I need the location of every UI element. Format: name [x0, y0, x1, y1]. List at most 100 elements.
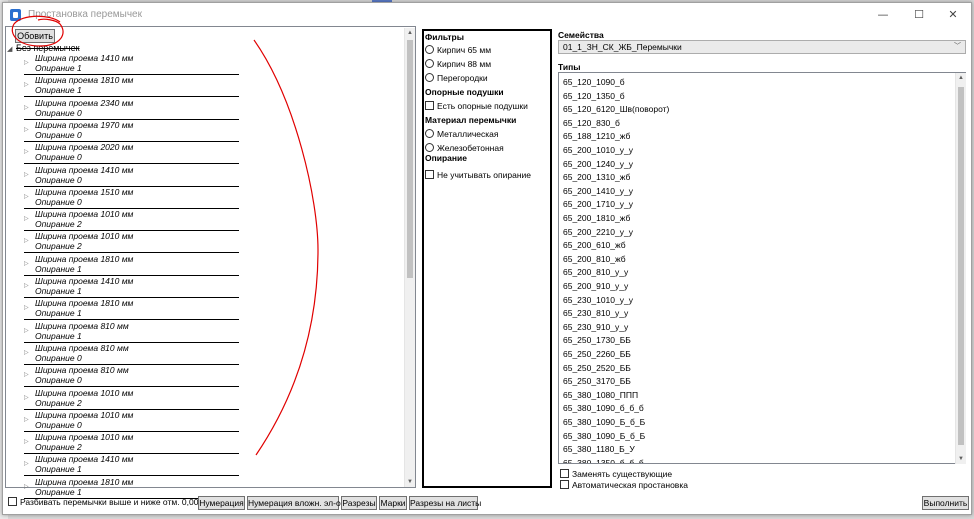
tree-node[interactable]: ▷ Ширина проема 1970 мм Опирание 0: [24, 120, 239, 142]
tree-node[interactable]: ▷ Ширина проема 1010 мм Опирание 2: [24, 432, 239, 455]
scroll-down-icon[interactable]: ▼: [405, 477, 415, 487]
expand-arrow-icon[interactable]: ▷: [24, 148, 30, 155]
tree-scrollbar[interactable]: ▲ ▼: [404, 28, 415, 487]
refresh-button[interactable]: Обовить: [15, 29, 55, 43]
type-list-item[interactable]: 65_380_1080_ППП: [563, 389, 638, 401]
replace-existing-checkbox[interactable]: Заменять существующие: [560, 469, 672, 480]
type-list-item[interactable]: 65_380_1350_б_б_б: [563, 457, 644, 463]
expand-arrow-icon[interactable]: ▷: [24, 81, 30, 88]
expand-arrow-icon[interactable]: ▷: [24, 483, 30, 490]
scroll-up-icon[interactable]: ▲: [956, 73, 966, 83]
type-list-item[interactable]: 65_200_2210_у_у: [563, 226, 633, 238]
tree-node[interactable]: ▷ Ширина проема 1410 мм Опирание 1: [24, 276, 239, 298]
expand-arrow-icon[interactable]: ▷: [24, 349, 30, 356]
radio-icon[interactable]: [425, 45, 434, 54]
type-list-item[interactable]: 65_120_6120_Шв(поворот): [563, 103, 669, 115]
expand-arrow-icon[interactable]: ▷: [24, 304, 30, 311]
type-list-item[interactable]: 65_200_610_жб: [563, 239, 626, 251]
type-list-item[interactable]: 65_380_1090_Б_б_Б: [563, 416, 645, 428]
checkbox-icon[interactable]: [560, 469, 569, 478]
maximize-button[interactable]: ☐: [901, 5, 937, 25]
split-levels-checkbox[interactable]: Разбивать перемычки выше и ниже отм. 0,0…: [8, 497, 203, 508]
type-list-item[interactable]: 65_200_1310_жб: [563, 171, 630, 183]
type-list-item[interactable]: 65_120_830_б: [563, 117, 620, 129]
type-list-item[interactable]: 65_200_810_жб: [563, 253, 626, 265]
type-list-item[interactable]: 65_200_910_у_у: [563, 280, 628, 292]
expand-arrow-icon[interactable]: ▷: [24, 193, 30, 200]
scroll-thumb[interactable]: [958, 87, 964, 445]
types-scrollbar[interactable]: ▲ ▼: [955, 73, 966, 464]
expand-arrow-icon[interactable]: ▷: [24, 371, 30, 378]
tree-node[interactable]: ▷ Ширина проема 810 мм Опирание 0: [24, 343, 239, 365]
expand-arrow-icon[interactable]: ▷: [24, 438, 30, 445]
type-list-item[interactable]: 65_120_1090_б: [563, 76, 625, 88]
type-list-item[interactable]: 65_200_1410_у_у: [563, 185, 633, 197]
type-list-item[interactable]: 65_120_1350_б: [563, 90, 625, 102]
expand-arrow-icon[interactable]: ▷: [24, 282, 30, 289]
type-list-item[interactable]: 65_380_1090_Б_б_Б: [563, 430, 645, 442]
filter-brick-65[interactable]: Кирпич 65 мм: [425, 44, 491, 56]
ignore-support-checkbox[interactable]: Не учитывать опирание: [425, 169, 531, 181]
expand-arrow-icon[interactable]: ▷: [24, 215, 30, 222]
tree-node[interactable]: ▷ Ширина проема 1010 мм Опирание 2: [24, 388, 239, 410]
types-list[interactable]: 65_120_1090_б 65_120_1350_б 65_120_6120_Шв…: [558, 72, 966, 464]
auto-place-checkbox[interactable]: Автоматическая простановка: [560, 480, 688, 491]
type-list-item[interactable]: 65_250_2520_ББ: [563, 362, 631, 374]
tree-node[interactable]: ▷ Ширина проема 810 мм Опирание 0: [24, 365, 239, 388]
scroll-down-icon[interactable]: ▼: [956, 454, 966, 464]
filter-brick-88[interactable]: Кирпич 88 мм: [425, 58, 491, 70]
tree-node[interactable]: ▷ Ширина проема 2340 мм Опирание 0: [24, 98, 239, 120]
chevron-down-icon[interactable]: ﹀: [954, 41, 961, 53]
expand-arrow-icon[interactable]: ▷: [24, 126, 30, 133]
tree-node[interactable]: ▷ Ширина проема 1010 мм Опирание 2: [24, 231, 239, 254]
scroll-up-icon[interactable]: ▲: [405, 28, 415, 38]
expand-arrow-icon[interactable]: ▷: [24, 394, 30, 401]
checkbox-icon[interactable]: [560, 480, 569, 489]
type-list-item[interactable]: 65_230_1010_у_у: [563, 294, 633, 306]
tree-node[interactable]: ▷ Ширина проема 1510 мм Опирание 0: [24, 187, 239, 209]
numbering-button[interactable]: Нумерация: [198, 496, 245, 510]
tree-node[interactable]: ▷ Ширина проема 1010 мм Опирание 0: [24, 410, 239, 432]
radio-icon[interactable]: [425, 59, 434, 68]
expand-arrow-icon[interactable]: ▷: [24, 460, 30, 467]
type-list-item[interactable]: 65_230_810_у_у: [563, 307, 628, 319]
type-list-item[interactable]: 65_250_1730_ББ: [563, 334, 631, 346]
checkbox-icon[interactable]: [425, 170, 434, 179]
tree-node[interactable]: ▷ Ширина проема 1410 мм Опирание 1: [24, 454, 239, 477]
run-button[interactable]: Выполнить: [922, 496, 969, 510]
sections-button[interactable]: Разрезы: [341, 496, 377, 510]
minimize-button[interactable]: —: [865, 5, 901, 25]
sections-sheets-button[interactable]: Разрезы на листы: [409, 496, 481, 510]
tree-node[interactable]: ▷ Ширина проема 1410 мм Опирание 0: [24, 165, 239, 187]
type-list-item[interactable]: 65_200_810_у_у: [563, 266, 628, 278]
type-list-item[interactable]: 65_200_1710_у_у: [563, 198, 633, 210]
type-list-item[interactable]: 65_250_3170_ББ: [563, 375, 631, 387]
tree-node[interactable]: ▷ Ширина проема 1810 мм Опирание 1: [24, 254, 239, 276]
expand-arrow-icon[interactable]: ▷: [24, 237, 30, 244]
collapse-arrow-icon[interactable]: ◢: [7, 45, 16, 55]
type-list-item[interactable]: 65_230_910_у_у: [563, 321, 628, 333]
expand-arrow-icon[interactable]: ▷: [24, 59, 30, 66]
pads-checkbox[interactable]: Есть опорные подушки: [425, 100, 528, 112]
family-select[interactable]: 01_1_ЗН_СК_ЖБ_Перемычки ﹀: [558, 40, 966, 54]
tree-node[interactable]: ▷ Ширина проема 1810 мм Опирание 1: [24, 298, 239, 321]
close-button[interactable]: ✕: [935, 5, 971, 25]
checkbox-icon[interactable]: [425, 101, 434, 110]
radio-icon[interactable]: [425, 73, 434, 82]
type-list-item[interactable]: 65_200_1810_жб: [563, 212, 630, 224]
type-list-item[interactable]: 65_250_2260_ББ: [563, 348, 631, 360]
tree-node[interactable]: ▷ Ширина проема 2020 мм Опирание 0: [24, 142, 239, 165]
type-list-item[interactable]: 65_380_1090_б_б_б: [563, 402, 644, 414]
expand-arrow-icon[interactable]: ▷: [24, 104, 30, 111]
nested-numbering-button[interactable]: Нумерация вложн. эл-ов: [247, 496, 345, 510]
scroll-thumb[interactable]: [407, 40, 413, 278]
marks-button[interactable]: Марки: [379, 496, 407, 510]
radio-icon[interactable]: [425, 143, 434, 152]
tree-root-node[interactable]: ◢ Без перемычек: [7, 43, 80, 53]
expand-arrow-icon[interactable]: ▷: [24, 416, 30, 423]
type-list-item[interactable]: 65_200_1010_у_у: [563, 144, 633, 156]
expand-arrow-icon[interactable]: ▷: [24, 260, 30, 267]
material-metal[interactable]: Металлическая: [425, 128, 498, 140]
checkbox-icon[interactable]: [8, 497, 17, 506]
tree-node[interactable]: ▷ Ширина проема 810 мм Опирание 1: [24, 321, 239, 343]
